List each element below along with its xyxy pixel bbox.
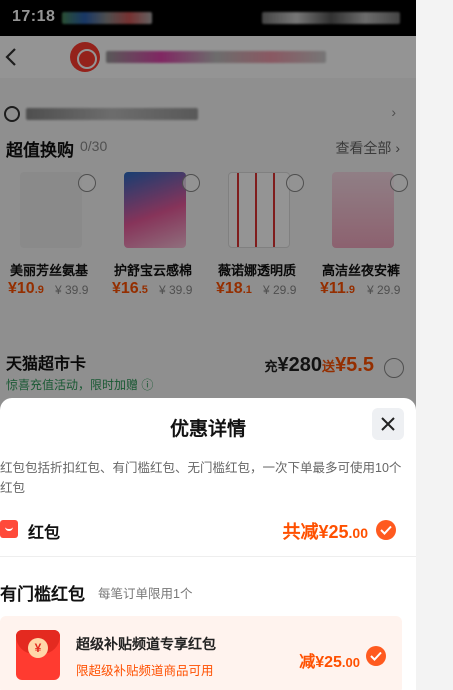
- phone-screen: 17:18 › 超值换购 0/30 查看全部 › 美丽芳丝氨基 ¥10.9 ¥ …: [0, 0, 416, 690]
- close-button[interactable]: [372, 408, 404, 440]
- coupon-amount: 减¥25.00: [299, 654, 360, 671]
- close-icon: [381, 417, 395, 431]
- threshold-section-subtitle: 每笔订单限用1个: [98, 587, 193, 601]
- discount-detail-sheet: 优惠详情 红包包括折扣红包、有门槛红包、无门槛红包，一次下单最多可使用10个红包…: [0, 398, 416, 690]
- red-envelope-icon: [0, 520, 18, 538]
- coupon-title: 超级补贴频道专享红包: [76, 636, 216, 652]
- divider: [0, 556, 416, 557]
- hongbao-label: 红包: [28, 525, 61, 542]
- checkmark-icon[interactable]: [376, 520, 396, 540]
- sheet-title: 优惠详情: [169, 419, 246, 440]
- side-gap: [416, 0, 453, 690]
- coupon-card[interactable]: ¥ 超级补贴频道专享红包 限超级补贴频道商品可用 减¥25.00: [0, 616, 402, 690]
- hongbao-total: 共减¥25.00: [282, 522, 368, 542]
- yen-badge: ¥: [28, 638, 48, 658]
- sheet-description: 红包包括折扣红包、有门槛红包、无门槛红包，一次下单最多可使用10个红包: [0, 461, 402, 495]
- coupon-subtitle: 限超级补贴频道商品可用: [76, 664, 214, 678]
- hongbao-row[interactable]: 红包 共减¥25.00: [0, 518, 416, 542]
- threshold-section-title: 有门槛红包: [0, 585, 85, 604]
- checkmark-icon[interactable]: [366, 646, 386, 666]
- red-envelope-icon: ¥: [16, 630, 60, 680]
